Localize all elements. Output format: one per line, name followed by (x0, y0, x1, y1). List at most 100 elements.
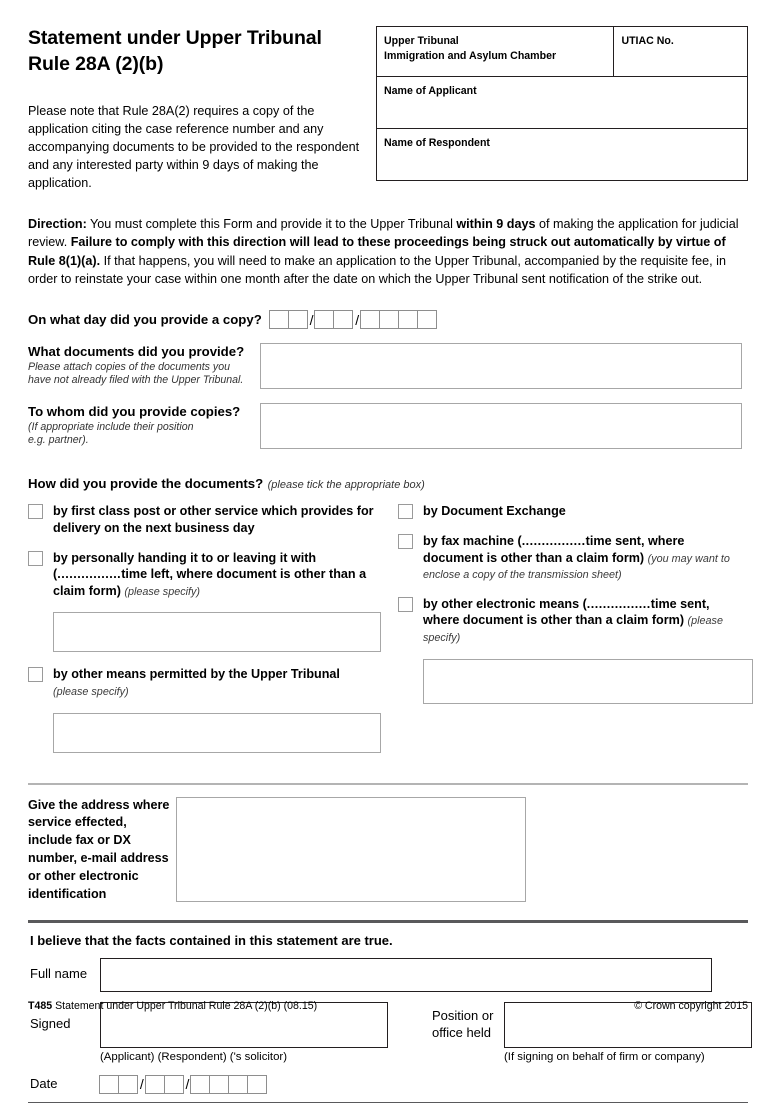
checkbox-first-class-post[interactable] (28, 504, 43, 520)
option-personally-handing[interactable]: by personally handing it to or leaving i… (28, 550, 384, 600)
checkbox-document-exchange[interactable] (398, 504, 413, 520)
statement-date-year-cell-2[interactable] (209, 1074, 230, 1094)
date-year-group[interactable] (360, 310, 437, 330)
page-footer: T485 Statement under Upper Tribunal Rule… (28, 995, 748, 1012)
date-day-cell-1[interactable] (268, 310, 289, 330)
statement-date-year-cell-3[interactable] (228, 1074, 249, 1094)
personally-handing-specify-input[interactable] (53, 612, 381, 653)
what-documents-input[interactable] (260, 343, 742, 390)
date-provided-input[interactable]: / / (268, 310, 437, 330)
to-whom-label: To whom did you provide copies? (28, 404, 241, 420)
date-month-group[interactable] (314, 310, 354, 330)
position-caption: (If signing on behalf of firm or company… (504, 1050, 705, 1063)
option-electronic-dots: ................ (586, 596, 651, 611)
option-other-means-hint: (please specify) (53, 686, 129, 698)
statement-date-year-cell-4[interactable] (247, 1074, 268, 1094)
option-first-class-post[interactable]: by first class post or other service whi… (28, 503, 384, 536)
footer-form-code: T485 (28, 1000, 53, 1012)
option-fax-machine-label: by fax machine (................time sen… (423, 533, 744, 583)
how-provided-heading: How did you provide the documents? (28, 476, 264, 492)
page-title: Statement under Upper Tribunal Rule 28A … (28, 27, 322, 75)
tribunal-name: Upper Tribunal (384, 35, 459, 47)
statement-date-day-cell-1[interactable] (98, 1074, 119, 1094)
option-personally-handing-label: by personally handing it to or leaving i… (53, 550, 384, 600)
what-documents-row: What documents did you provide? Please a… (28, 343, 742, 390)
how-provided-heading-row: How did you provide the documents? (plea… (28, 475, 770, 493)
date-day-cell-2[interactable] (287, 310, 308, 330)
checkbox-other-electronic-means[interactable] (398, 596, 413, 612)
date-year-cell-1[interactable] (360, 310, 381, 330)
date-day-group[interactable] (268, 310, 308, 330)
how-provided-right-column: by Document Exchange by fax machine (...… (384, 503, 753, 766)
statement-of-truth-title: I believe that the facts contained in th… (30, 932, 393, 948)
statement-date-month-cell-2[interactable] (163, 1074, 184, 1094)
checkbox-personally-handing[interactable] (28, 550, 43, 566)
case-details-box: Upper Tribunal Immigration and Asylum Ch… (375, 26, 748, 193)
date-year-cell-4[interactable] (416, 310, 437, 330)
option-other-electronic-means[interactable]: by other electronic means (.............… (398, 596, 744, 646)
position-label: Position or office held (432, 1008, 504, 1042)
option-other-means-permitted[interactable]: by other means permitted by the Upper Tr… (28, 666, 384, 699)
divider-above-statement (28, 919, 748, 923)
to-whom-sub-2: e.g. partner). (28, 434, 89, 447)
option-other-means-text: by other means permitted by the Upper Tr… (53, 667, 340, 682)
respondent-name-cell[interactable]: Name of Respondent (376, 128, 748, 181)
table-row: Name of Applicant (376, 76, 748, 129)
to-whom-input[interactable] (260, 403, 742, 450)
statement-date-day-group[interactable] (98, 1074, 138, 1094)
option-electronic-pre: by other electronic means ( (423, 596, 587, 611)
address-label: Give the address where service effected,… (28, 797, 170, 901)
what-documents-sub-1: Please attach copies of the documents yo… (28, 360, 230, 373)
how-provided-heading-hint: (please tick the appropriate box) (267, 479, 425, 492)
to-whom-label-block: To whom did you provide copies? (If appr… (28, 403, 260, 448)
signed-label: Signed (30, 1016, 71, 1032)
direction-part1: You must complete this Form and provide … (86, 216, 457, 231)
how-provided-left-column: by first class post or other service whi… (28, 503, 384, 766)
option-personally-handing-dots: ................ (57, 567, 122, 582)
checkbox-other-means-permitted[interactable] (28, 667, 43, 683)
full-name-input[interactable] (100, 957, 712, 992)
statement-date-year-group[interactable] (190, 1074, 268, 1094)
table-row: Upper Tribunal Immigration and Asylum Ch… (375, 26, 748, 77)
option-fax-machine[interactable]: by fax machine (................time sen… (398, 533, 744, 583)
form-page: Statement under Upper Tribunal Rule 28A … (0, 0, 770, 1103)
date-month-cell-1[interactable] (314, 310, 335, 330)
applicant-name-cell[interactable]: Name of Applicant (376, 76, 748, 129)
footer-form-description: Statement under Upper Tribunal Rule 28A … (55, 1000, 318, 1012)
date-provided-label: On what day did you provide a copy? (28, 312, 262, 328)
other-means-specify-input[interactable] (53, 712, 381, 753)
date-provided-row: On what day did you provide a copy? / / (28, 310, 770, 330)
statement-date-year-cell-1[interactable] (190, 1074, 211, 1094)
footer-left: T485 Statement under Upper Tribunal Rule… (28, 1000, 317, 1012)
direction-bold1: within 9 days (456, 216, 536, 231)
option-document-exchange-label: by Document Exchange (423, 504, 566, 519)
option-other-means-permitted-label: by other means permitted by the Upper Tr… (53, 666, 340, 699)
direction-lead: Direction: (28, 216, 87, 231)
option-first-class-post-label: by first class post or other service whi… (53, 504, 374, 535)
divider-above-address (28, 782, 748, 785)
statement-date-label: Date (30, 1075, 58, 1091)
option-fax-pre: by fax machine ( (423, 533, 522, 548)
statement-date-month-cell-1[interactable] (144, 1074, 165, 1094)
date-year-cell-3[interactable] (397, 310, 418, 330)
how-provided-columns: by first class post or other service whi… (28, 503, 753, 766)
full-name-row: Full name (30, 957, 770, 992)
date-year-cell-2[interactable] (378, 310, 399, 330)
signature-captions-row: (Applicant) (Respondent) ('s solicitor) … (30, 1051, 770, 1063)
statement-date-day-cell-2[interactable] (117, 1074, 138, 1094)
option-document-exchange[interactable]: by Document Exchange (398, 503, 744, 520)
direction-part3: If that happens, you will need to make a… (28, 253, 726, 286)
option-other-electronic-label: by other electronic means (.............… (423, 596, 744, 646)
intro-note: Please note that Rule 28A(2) requires a … (28, 104, 360, 190)
statement-date-month-group[interactable] (144, 1074, 184, 1094)
statement-date-input[interactable]: / / (98, 1074, 268, 1094)
utiac-no-cell[interactable]: UTIAC No. (613, 26, 748, 77)
table-row: Name of Respondent (376, 128, 748, 181)
statement-date-row: Date / / (30, 1074, 770, 1094)
signed-caption: (Applicant) (Respondent) ('s solicitor) (100, 1050, 288, 1063)
checkbox-fax-machine[interactable] (398, 533, 413, 549)
other-electronic-specify-input[interactable] (423, 658, 753, 704)
option-personally-handing-hint: (please specify) (124, 585, 201, 598)
date-month-cell-2[interactable] (333, 310, 354, 330)
address-input[interactable] (176, 796, 526, 902)
